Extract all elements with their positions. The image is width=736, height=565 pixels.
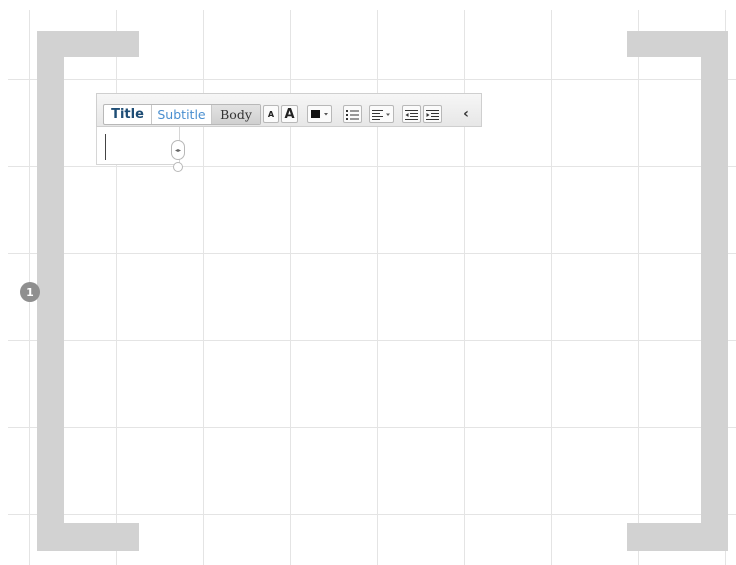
text-caret bbox=[105, 134, 106, 160]
drag-anchor-handle[interactable] bbox=[173, 162, 183, 172]
style-body-button[interactable]: Body bbox=[212, 105, 260, 124]
text-color-picker[interactable] bbox=[307, 105, 332, 123]
outdent-icon bbox=[405, 109, 418, 120]
decrease-font-size-button[interactable]: A bbox=[263, 105, 279, 123]
indent-icon bbox=[426, 109, 439, 120]
increase-font-size-button[interactable]: A bbox=[281, 105, 298, 123]
alignment-dropdown[interactable] bbox=[369, 105, 394, 123]
resize-handle[interactable]: ◂▸ bbox=[171, 140, 185, 160]
canvas-grid bbox=[0, 0, 736, 565]
page-number-badge[interactable]: 1 bbox=[20, 282, 40, 302]
chevron-left-icon: ‹ bbox=[463, 105, 469, 122]
indent-button[interactable] bbox=[423, 105, 442, 123]
bulleted-list-button[interactable] bbox=[343, 105, 362, 123]
outdent-button[interactable] bbox=[402, 105, 421, 123]
collapse-toolbar-button[interactable]: ‹ bbox=[459, 104, 473, 123]
text-box[interactable] bbox=[96, 127, 180, 165]
bulleted-list-icon bbox=[346, 109, 359, 120]
horizontal-resize-icon: ◂▸ bbox=[174, 146, 182, 154]
style-subtitle-button[interactable]: Subtitle bbox=[152, 105, 212, 124]
style-title-button[interactable]: Title bbox=[104, 105, 152, 124]
color-swatch-icon bbox=[310, 110, 328, 118]
align-left-icon bbox=[371, 109, 390, 120]
text-style-segmented-control: Title Subtitle Body bbox=[103, 104, 261, 125]
text-format-toolbar: Title Subtitle Body A A ‹ bbox=[96, 93, 482, 127]
